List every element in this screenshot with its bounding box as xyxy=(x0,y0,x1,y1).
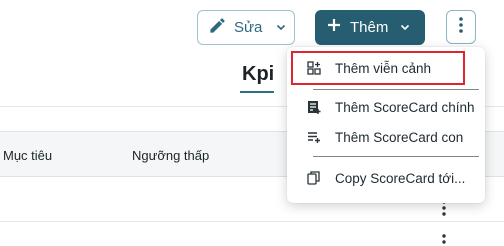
menu-item-label: Thêm viễn cảnh xyxy=(335,61,432,76)
tab-kpi[interactable]: Kpi xyxy=(242,63,274,86)
row-more-icon[interactable] xyxy=(440,234,448,246)
add-sublist-icon xyxy=(307,130,321,144)
menu-divider xyxy=(313,89,479,90)
chevron-down-icon xyxy=(276,24,286,31)
add-dropdown-menu: Thêm viễn cảnh Thêm ScoreCard chính Thêm… xyxy=(287,47,485,203)
add-list-icon xyxy=(307,100,321,114)
copy-icon xyxy=(307,171,321,185)
chevron-down-icon xyxy=(400,24,410,31)
menu-divider xyxy=(313,156,479,157)
edit-button-label: Sửa xyxy=(234,19,263,36)
tab-active-indicator xyxy=(240,91,274,93)
column-header-low-threshold: Ngưỡng thấp xyxy=(132,148,210,163)
pencil-icon xyxy=(208,16,227,40)
menu-item-add-perspective[interactable]: Thêm viễn cảnh xyxy=(287,53,485,83)
menu-item-copy-scorecard[interactable]: Copy ScoreCard tới... xyxy=(287,163,485,193)
menu-item-label: Thêm ScoreCard con xyxy=(335,130,464,145)
plus-icon xyxy=(327,18,341,37)
add-button-label: Thêm xyxy=(350,19,389,36)
menu-item-label: Thêm ScoreCard chính xyxy=(335,100,475,115)
add-button[interactable]: Thêm xyxy=(315,10,425,45)
kebab-icon xyxy=(459,16,463,38)
edit-button[interactable]: Sửa xyxy=(197,10,295,45)
column-header-target: Mục tiêu xyxy=(3,148,53,163)
menu-item-add-sub-scorecard[interactable]: Thêm ScoreCard con xyxy=(287,122,485,152)
add-dashboard-icon xyxy=(307,61,321,75)
more-options-button[interactable] xyxy=(446,10,476,44)
menu-item-add-main-scorecard[interactable]: Thêm ScoreCard chính xyxy=(287,92,485,122)
table-row-divider xyxy=(0,221,504,222)
menu-item-label: Copy ScoreCard tới... xyxy=(335,171,466,186)
